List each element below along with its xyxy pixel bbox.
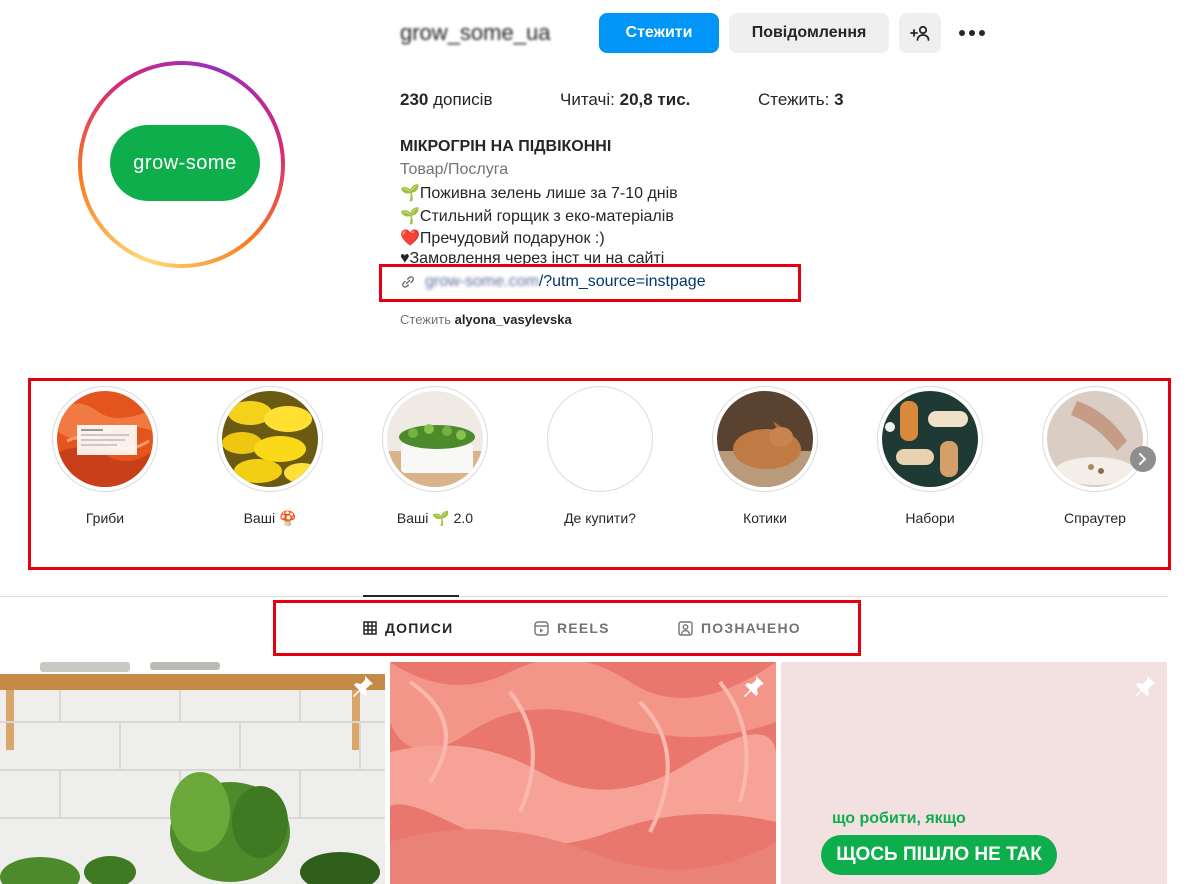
bio-category: Товар/Послуга <box>400 161 509 178</box>
chevron-right-icon <box>1139 453 1147 465</box>
avatar-logo: grow-some <box>110 125 260 201</box>
highlight-label: Набори <box>905 510 955 526</box>
post-caption-pill: ЩОСЬ ПІШЛО НЕ ТАК <box>821 835 1057 875</box>
followers-count: 20,8 тис. <box>619 90 691 109</box>
link-domain: grow-some.com <box>425 273 539 290</box>
tab-posts[interactable]: ДОПИСИ <box>363 620 453 636</box>
bio-line: 🌱Поживна зелень лише за 7-10 днів <box>400 185 678 202</box>
followed-by-label: Стежить <box>400 312 451 327</box>
highlight-cover-yellow-mushrooms <box>222 391 318 487</box>
bio-line: ❤️Пречудовий подарунок :) <box>400 230 605 247</box>
highlight-cover-cat <box>717 391 813 487</box>
tab-tagged[interactable]: ПОЗНАЧЕНО <box>678 620 801 636</box>
highlight-item[interactable]: Де купити? <box>545 386 655 526</box>
highlight-item[interactable]: Гриби <box>50 386 160 526</box>
tagged-icon <box>678 620 693 636</box>
highlight-cover-blank <box>552 391 648 487</box>
highlight-item[interactable]: Котики <box>710 386 820 526</box>
bio-name: МІКРОГРІН НА ПІДВІКОННІ <box>400 138 612 155</box>
highlight-ring <box>547 386 653 492</box>
link-path: /?utm_source=instpage <box>538 273 706 290</box>
post-tile[interactable] <box>0 662 385 884</box>
post-caption-line: що робити, якщо <box>832 810 966 827</box>
highlight-label: Ваші 🌱 2.0 <box>396 510 474 526</box>
profile-username: grow_some_ua <box>400 20 551 45</box>
following-stat[interactable]: Стежить: 3 <box>758 90 844 110</box>
highlight-ring <box>877 386 983 492</box>
highlight-label: Спраутер <box>1064 510 1126 526</box>
posts-label: дописів <box>433 90 493 109</box>
tab-label: ДОПИСИ <box>385 620 454 636</box>
followers-stat[interactable]: Читачі: 20,8 тис. <box>560 90 690 110</box>
highlight-label: Гриби <box>85 510 125 526</box>
post-tile[interactable]: що робити, якщо ЩОСЬ ПІШЛО НЕ ТАК <box>781 662 1167 884</box>
link-icon <box>402 276 414 288</box>
tab-reels[interactable]: REELS <box>534 620 610 636</box>
highlight-ring <box>382 386 488 492</box>
highlight-cover-sets <box>882 391 978 487</box>
highlight-item[interactable]: Ваші 🌱 2.0 <box>380 386 490 527</box>
tabs-divider <box>0 596 1168 597</box>
following-label: Стежить: <box>758 90 830 109</box>
followed-by[interactable]: Стежить alyona_vasylevska <box>400 312 572 327</box>
highlight-ring <box>1042 386 1148 492</box>
grid-icon <box>363 621 377 635</box>
message-button[interactable]: Повідомлення <box>729 13 889 53</box>
pin-icon <box>744 676 764 697</box>
more-options-button[interactable] <box>952 13 992 53</box>
highlight-ring <box>712 386 818 492</box>
suggest-user-button[interactable] <box>899 13 941 53</box>
highlight-cover-mushrooms <box>57 391 153 487</box>
add-user-icon <box>910 25 930 41</box>
following-count: 3 <box>834 90 844 109</box>
highlight-item[interactable]: Набори <box>875 386 985 526</box>
follow-button[interactable]: Стежити <box>599 13 719 53</box>
highlight-label: Де купити? <box>564 510 636 526</box>
active-tab-indicator <box>363 595 459 597</box>
post-image-kitchen-greens <box>0 662 385 884</box>
pin-icon <box>353 676 373 697</box>
highlights-next-button[interactable] <box>1130 446 1156 472</box>
followed-by-user: alyona_vasylevska <box>454 312 572 327</box>
post-tile[interactable] <box>390 662 776 884</box>
post-image-pink-mushrooms <box>390 662 776 884</box>
posts-stat: 230 дописів <box>400 90 493 110</box>
profile-avatar[interactable]: grow-some <box>78 61 285 268</box>
highlight-cover-microgreens <box>387 391 483 487</box>
highlight-label: Ваші 🍄 <box>243 510 297 526</box>
avatar-inner: grow-some <box>82 65 281 264</box>
highlight-ring <box>52 386 158 492</box>
highlight-label: Котики <box>743 510 787 526</box>
highlight-ring <box>217 386 323 492</box>
tab-label: ПОЗНАЧЕНО <box>701 620 801 636</box>
reels-icon <box>534 620 549 636</box>
followers-label: Читачі: <box>560 90 615 109</box>
highlight-cover-sprouter <box>1047 391 1143 487</box>
bio-line: 🌱Стильний горщик з еко-матеріалів <box>400 208 674 225</box>
tab-label: REELS <box>557 620 610 636</box>
pin-icon <box>1135 676 1155 697</box>
highlight-item[interactable]: Ваші 🍄 <box>215 386 325 527</box>
more-icon <box>959 30 985 36</box>
bio-link[interactable]: grow-some.com /?utm_source=instpage <box>400 273 706 291</box>
posts-count: 230 <box>400 90 429 109</box>
